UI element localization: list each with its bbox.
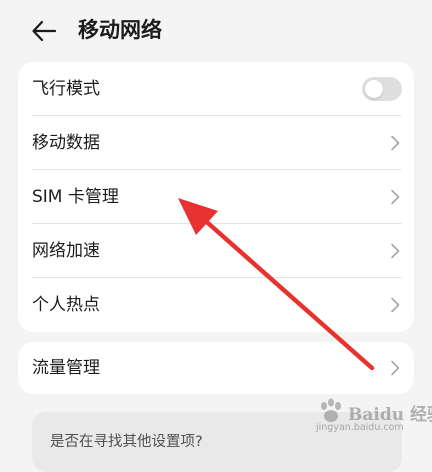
row-label: 流量管理 (32, 358, 100, 378)
settings-row-airplane-mode[interactable]: 飞行模式 (18, 62, 414, 116)
row-label: 移动数据 (32, 133, 100, 153)
airplane-mode-toggle[interactable] (362, 77, 402, 101)
settings-row-sim-management[interactable]: SIM 卡管理 (18, 170, 414, 224)
toggle-knob (365, 80, 383, 98)
row-label: 网络加速 (32, 241, 100, 261)
chevron-right-icon (391, 297, 400, 313)
chevron-right-icon (391, 189, 400, 205)
watermark-url: jingyan.baidu.com (316, 422, 404, 433)
arrow-left-icon[interactable] (30, 17, 58, 45)
suggestion-text: 是否在寻找其他设置项? (50, 434, 203, 450)
settings-row-network-acceleration[interactable]: 网络加速 (18, 224, 414, 278)
baidu-watermark: Baidu 经验 jingyan.baidu.com (308, 398, 432, 438)
row-label: 飞行模式 (32, 79, 100, 99)
chevron-right-icon (391, 135, 400, 151)
settings-row-mobile-data[interactable]: 移动数据 (18, 116, 414, 170)
settings-card: 飞行模式 移动数据 SIM 卡管理 网络加速 个人热点 (18, 62, 414, 332)
settings-row-traffic-management[interactable]: 流量管理 (18, 342, 414, 394)
settings-row-personal-hotspot[interactable]: 个人热点 (18, 278, 414, 332)
chevron-right-icon (391, 243, 400, 259)
header: 移动网络 (0, 0, 432, 62)
row-label: 个人热点 (32, 295, 100, 315)
page-title: 移动网络 (78, 18, 162, 42)
chevron-right-icon (391, 360, 400, 376)
row-label: SIM 卡管理 (32, 187, 119, 207)
traffic-card: 流量管理 (18, 342, 414, 394)
